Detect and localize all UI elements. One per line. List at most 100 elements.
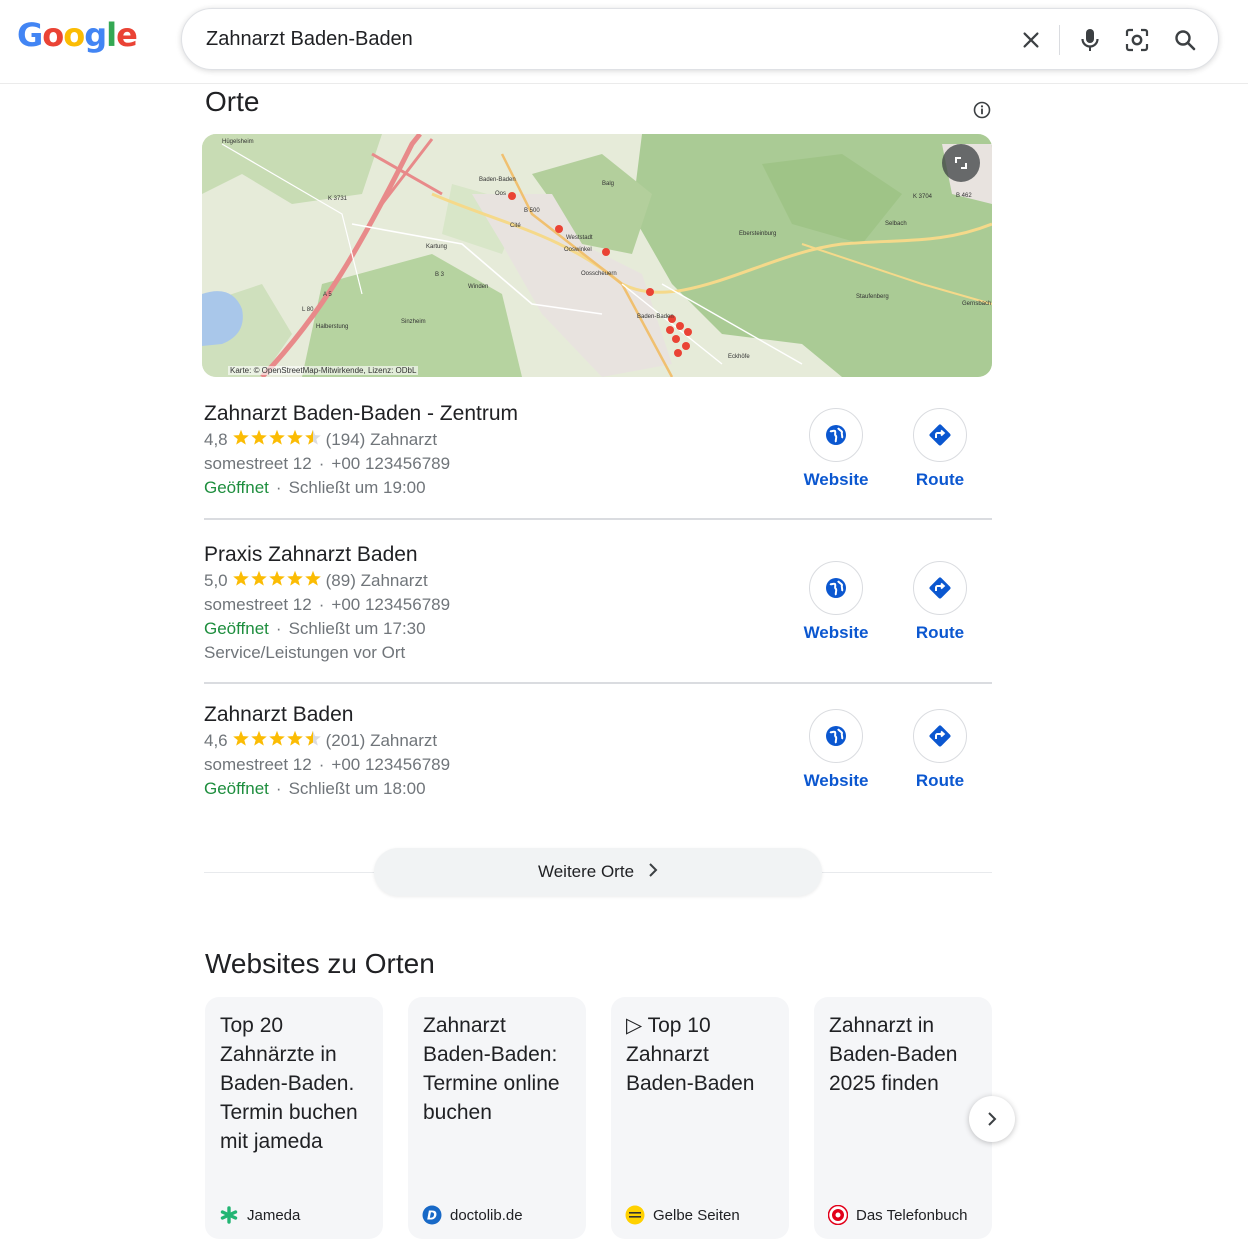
map-label: Gernsbach [962, 301, 992, 307]
doctolib-icon: D [422, 1205, 442, 1225]
place-actions: Website Route [803, 709, 970, 791]
result-divider [204, 682, 992, 684]
place-result[interactable]: Zahnarzt Baden 4,6 (201) Zahnarzt somestr… [204, 701, 992, 811]
route-button[interactable]: Route [910, 561, 970, 643]
google-logo[interactable]: Google [17, 16, 138, 56]
place-category: Zahnarzt [360, 571, 428, 590]
chevron-right-icon [648, 862, 658, 882]
rating-value: 5,0 [204, 571, 228, 590]
search-box [181, 8, 1219, 70]
place-actions: Website Route [804, 561, 970, 643]
map-label: B 500 [524, 208, 540, 214]
website-card[interactable]: Zahnarzt in Baden-Baden 2025 finden Das … [814, 997, 992, 1239]
search-icon[interactable] [1170, 25, 1200, 55]
map-label: Winden [468, 284, 489, 290]
map-label: A 5 [323, 292, 332, 298]
card-source-label: Das Telefonbuch [856, 1206, 968, 1224]
route-label: Route [915, 623, 965, 642]
places-map[interactable]: Hügelsheim Baden-Baden Oos Balg Cité Wes… [202, 134, 992, 377]
more-places-row: Weitere Orte [204, 848, 992, 896]
website-label: Website [803, 771, 869, 790]
svg-text:D: D [427, 1209, 437, 1223]
website-card[interactable]: Zahnarzt Baden-Baden: Termine online buc… [408, 997, 586, 1239]
map-label: Baden-Baden [637, 314, 674, 320]
card-title: Top 20 Zahnärzte in Baden-Baden. Termin … [220, 1014, 358, 1153]
more-places-button[interactable]: Weitere Orte [374, 848, 822, 896]
separator: · [318, 755, 325, 774]
place-result[interactable]: Zahnarzt Baden-Baden - Zentrum 4,8 (194) … [204, 400, 992, 510]
place-address: somestreet 12 [204, 454, 312, 473]
review-count: (201) [325, 731, 366, 750]
separator: · [275, 619, 282, 638]
globe-icon [809, 561, 863, 615]
website-button[interactable]: Website [803, 408, 869, 490]
card-source: Gelbe Seiten [625, 1205, 740, 1225]
route-label: Route [915, 771, 965, 790]
rating-value: 4,6 [204, 731, 228, 750]
star-rating-icon [232, 730, 322, 755]
place-category: Zahnarzt [370, 430, 438, 449]
globe-icon [809, 709, 863, 763]
map-label: Ebersteinburg [739, 231, 777, 237]
card-source-label: doctolib.de [450, 1206, 523, 1224]
website-card[interactable]: Top 20 Zahnärzte in Baden-Baden. Termin … [205, 997, 383, 1239]
telefonbuch-icon [828, 1205, 848, 1225]
mic-icon[interactable] [1075, 25, 1105, 55]
map-label: Sinzheim [401, 319, 426, 325]
map-label: Staufenberg [856, 294, 889, 300]
place-phone: +00 123456789 [331, 454, 451, 473]
info-icon[interactable] [972, 100, 992, 120]
closing-time: Schließt um 18:00 [288, 779, 426, 798]
card-title: Zahnarzt in Baden-Baden 2025 finden [829, 1014, 958, 1095]
card-title: ▷ Top 10 Zahnarzt Baden-Baden [626, 1014, 755, 1095]
website-button[interactable]: Website [803, 709, 869, 791]
route-label: Route [915, 470, 965, 489]
map-label: B 462 [956, 193, 972, 199]
search-input[interactable] [206, 23, 966, 55]
website-card[interactable]: ▷ Top 10 Zahnarzt Baden-Baden Gelbe Seit… [611, 997, 789, 1239]
map-label: L 80 [302, 307, 314, 313]
card-source: D doctolib.de [422, 1205, 523, 1225]
route-button[interactable]: Route [910, 408, 970, 490]
globe-icon [809, 408, 863, 462]
websites-section-title: Websites zu Orten [205, 948, 435, 979]
route-button[interactable]: Route [910, 709, 970, 791]
place-services: Service/Leistungen vor Ort [204, 643, 406, 662]
map-label: Halberstung [316, 324, 349, 330]
map-label: B 3 [435, 272, 445, 278]
result-divider [204, 518, 992, 520]
places-section-title: Orte [205, 86, 260, 117]
place-result[interactable]: Praxis Zahnarzt Baden 5,0 (89) Zahnarzt s… [204, 541, 992, 671]
expand-icon[interactable] [942, 144, 980, 182]
closing-time: Schließt um 17:30 [288, 619, 426, 638]
directions-icon [913, 561, 967, 615]
close-icon[interactable] [1016, 25, 1046, 55]
map-label: Cité [510, 223, 521, 229]
separator: · [275, 779, 282, 798]
separator: · [275, 478, 282, 497]
place-phone: +00 123456789 [331, 595, 451, 614]
lens-icon[interactable] [1122, 25, 1152, 55]
open-status: Geöffnet [204, 779, 269, 798]
gelbe-seiten-icon [625, 1205, 645, 1225]
website-label: Website [803, 470, 869, 489]
place-actions: Website Route [803, 408, 970, 490]
place-phone: +00 123456789 [331, 755, 451, 774]
map-label: Kartung [426, 244, 448, 250]
map-label: K 3731 [328, 196, 348, 202]
map-label: Eckhöfe [728, 354, 750, 360]
more-places-label: Weitere Orte [537, 862, 635, 881]
map-label: Ooswinkel [564, 247, 592, 253]
map-label: Weststadt [566, 235, 593, 241]
map-label: K 3704 [913, 194, 933, 200]
jameda-icon [219, 1205, 239, 1225]
chevron-right-icon[interactable] [969, 1096, 1015, 1142]
website-button[interactable]: Website [804, 561, 868, 643]
star-rating-icon [232, 429, 322, 454]
separator: · [318, 595, 325, 614]
closing-time: Schließt um 19:00 [288, 478, 426, 497]
separator: · [318, 454, 325, 473]
map-label: Hügelsheim [222, 139, 254, 145]
card-source: Jameda [219, 1205, 300, 1225]
map-attribution: Karte: © OpenStreetMap-Mitwirkende, Lize… [228, 366, 419, 375]
